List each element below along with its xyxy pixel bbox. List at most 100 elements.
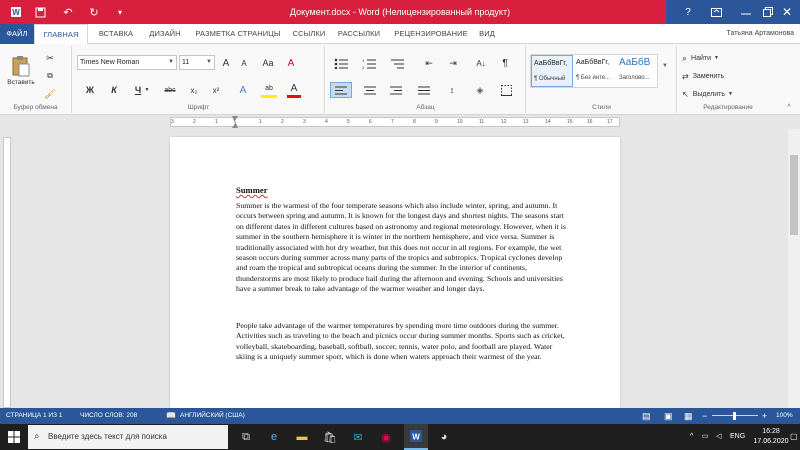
strikethrough-button[interactable]: abc	[161, 82, 179, 98]
styles-expand-icon[interactable]: ▼	[660, 58, 670, 74]
volume-icon[interactable]: ◁	[716, 424, 721, 450]
document-area: Summer Summer is the warmest of the four…	[0, 129, 800, 408]
ruler-number: 9	[435, 119, 438, 125]
edge-icon[interactable]: e	[262, 424, 286, 450]
user-name[interactable]: Татьяна Артамонова	[727, 24, 794, 44]
tab-references[interactable]: ССЫЛКИ	[288, 24, 330, 44]
proofing-icon[interactable]: 📖	[166, 408, 176, 424]
tab-insert[interactable]: ВСТАВКА	[90, 24, 142, 44]
text-line: skiing is a uniquely summer sport, which…	[236, 352, 542, 362]
font-color-button[interactable]: A	[287, 82, 301, 98]
network-icon[interactable]: ▭	[702, 424, 709, 450]
change-case-button[interactable]: Aa	[259, 55, 277, 71]
document-paragraph-1[interactable]: Summer is the warmest of the four temper…	[236, 201, 606, 295]
title-bar: W ↶ ↻ ▾ Документ.docx - Word (Нелицензир…	[0, 0, 800, 24]
save-icon[interactable]	[28, 0, 52, 24]
zoom-slider-thumb[interactable]	[733, 412, 736, 420]
language-indicator[interactable]: ENG	[730, 424, 745, 450]
paste-button[interactable]: Вставить	[6, 50, 36, 90]
align-right-icon[interactable]	[386, 82, 406, 98]
multilevel-list-icon[interactable]	[388, 55, 406, 71]
show-formatting-icon[interactable]: ¶	[496, 55, 514, 71]
align-left-icon[interactable]	[330, 82, 352, 98]
document-paragraph-2[interactable]: People take advantage of the warmer temp…	[236, 321, 606, 363]
taskbar-search-input[interactable]: ⌕ Введите здесь текст для поиска	[28, 425, 228, 449]
clear-formatting-button[interactable]: A	[283, 55, 299, 71]
font-size-select[interactable]: 11 ▼	[179, 55, 215, 70]
document-heading[interactable]: Summer	[236, 185, 268, 195]
decrease-indent-icon[interactable]: ⇤	[420, 55, 438, 71]
copy-icon[interactable]: ⧉	[42, 68, 58, 84]
sort-icon[interactable]: A↓	[472, 55, 490, 71]
ruler-number: 17	[607, 119, 613, 125]
grow-font-button[interactable]: A	[219, 55, 233, 71]
web-layout-icon[interactable]: ▦	[684, 408, 693, 424]
tab-layout[interactable]: РАЗМЕТКА СТРАНИЦЫ	[188, 24, 288, 44]
zoom-out-button[interactable]: −	[702, 408, 707, 424]
media-icon[interactable]: ◉	[374, 424, 398, 450]
cut-icon[interactable]: ✂	[42, 50, 58, 66]
style-heading-1[interactable]: АаБбВ Заголово...	[617, 55, 659, 87]
zoom-level[interactable]: 100%	[776, 408, 793, 424]
font-name-select[interactable]: Times New Roman ▼	[77, 55, 177, 70]
superscript-button[interactable]: x²	[209, 82, 223, 98]
line-spacing-icon[interactable]: ↕	[442, 82, 462, 98]
vertical-scrollbar[interactable]	[788, 129, 800, 408]
tab-review[interactable]: РЕЦЕНЗИРОВАНИЕ	[388, 24, 474, 44]
tab-design[interactable]: ДИЗАЙН	[142, 24, 188, 44]
page-count[interactable]: СТРАНИЦА 1 ИЗ 1	[6, 408, 62, 424]
document-page[interactable]: Summer Summer is the warmest of the four…	[170, 137, 620, 408]
tab-file[interactable]: ФАЙЛ	[0, 24, 34, 44]
vertical-ruler[interactable]	[3, 137, 11, 408]
chevron-down-icon[interactable]: ▼	[143, 82, 151, 98]
style-no-spacing[interactable]: АаБбВвГг, ¶ Без инте...	[574, 55, 616, 87]
shrink-font-button[interactable]: A	[237, 55, 251, 71]
increase-indent-icon[interactable]: ⇥	[444, 55, 462, 71]
tray-chevron-icon[interactable]: ^	[690, 424, 693, 450]
numbering-icon[interactable]: 12	[360, 55, 378, 71]
paragraph-group-label: Абзац	[416, 104, 435, 111]
format-painter-icon[interactable]: 🖌	[42, 86, 58, 102]
file-explorer-icon[interactable]: ▬	[290, 424, 314, 450]
print-layout-icon[interactable]: ▣	[664, 408, 673, 424]
notifications-icon[interactable]: ▢	[790, 424, 798, 450]
clock-date[interactable]: 17.06.2020	[752, 438, 790, 450]
scrollbar-thumb[interactable]	[790, 155, 798, 235]
word-taskbar-icon[interactable]: W	[404, 424, 428, 450]
tab-home[interactable]: ГЛАВНАЯ	[34, 24, 88, 45]
tab-mailings[interactable]: РАССЫЛКИ	[330, 24, 388, 44]
taskbar: ⌕ Введите здесь текст для поиска ⧉ e ▬ 🛍…	[0, 424, 800, 450]
find-button[interactable]: ⌕ Найти ▼	[682, 50, 772, 66]
subscript-button[interactable]: x₂	[187, 82, 201, 98]
collapse-ribbon-icon[interactable]: ^	[784, 99, 794, 115]
justify-icon[interactable]	[414, 82, 434, 98]
shading-icon[interactable]: ◈	[470, 82, 490, 98]
highlight-button[interactable]: ab	[261, 82, 277, 98]
customize-icon[interactable]: ▾	[108, 0, 132, 24]
word-count[interactable]: ЧИСЛО СЛОВ: 208	[80, 408, 137, 424]
zoom-in-button[interactable]: +	[762, 408, 767, 424]
horizontal-ruler[interactable]: 3 2 1 1 2 3 4 5 6 7 8 9 10 11 12 13 14 1…	[170, 117, 620, 127]
mail-icon[interactable]: ✉	[346, 424, 370, 450]
language-indicator[interactable]: АНГЛИЙСКИЙ (США)	[180, 408, 245, 424]
bullets-icon[interactable]	[332, 55, 350, 71]
undo-icon[interactable]: ↶	[56, 0, 80, 24]
tab-view[interactable]: ВИД	[474, 24, 500, 44]
redo-icon[interactable]: ↻	[82, 0, 106, 24]
align-center-icon[interactable]	[360, 82, 380, 98]
close-icon[interactable]: ✕	[774, 0, 800, 24]
app-icon[interactable]: ◕	[432, 424, 456, 450]
italic-button[interactable]: К	[107, 82, 121, 98]
windows-start-icon[interactable]	[2, 424, 26, 450]
store-icon[interactable]: 🛍	[318, 424, 342, 450]
ribbon-display-icon[interactable]	[700, 0, 732, 24]
bold-button[interactable]: Ж	[83, 82, 97, 98]
select-button[interactable]: ↖ Выделить ▼	[682, 86, 772, 102]
text-effects-button[interactable]: A	[235, 82, 251, 98]
style-normal[interactable]: АаБбВвГг, ¶ Обычный	[531, 55, 573, 87]
replace-button[interactable]: ⇄ Заменить	[682, 68, 772, 84]
word-icon[interactable]: W	[4, 0, 28, 24]
read-mode-icon[interactable]: ▤	[642, 408, 651, 424]
borders-icon[interactable]	[496, 82, 516, 98]
task-view-icon[interactable]: ⧉	[234, 424, 258, 450]
